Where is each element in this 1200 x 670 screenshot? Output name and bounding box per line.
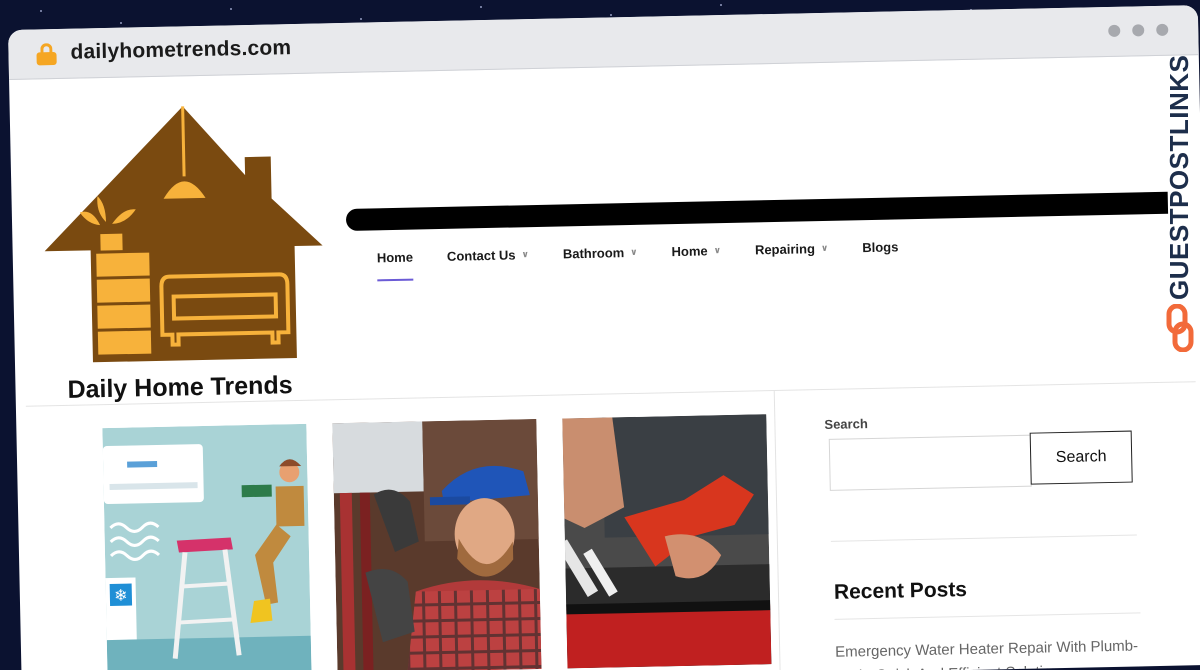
search-input[interactable] <box>828 434 1032 491</box>
web-page: Daily Home Trends Home Contact Us ∨ Bath… <box>9 55 1200 670</box>
url-text[interactable]: dailyhometrends.com <box>70 36 291 65</box>
svg-text:❄: ❄ <box>114 586 128 605</box>
chevron-down-icon: ∨ <box>630 246 638 258</box>
chevron-down-icon: ∨ <box>713 245 722 256</box>
chevron-down-icon: ∨ <box>521 249 529 260</box>
nav-item-bathroom[interactable]: Bathroom ∨ <box>562 245 638 262</box>
post-thumbnail-plumber[interactable] <box>332 419 542 670</box>
search-button[interactable]: Search <box>1029 430 1133 485</box>
post-thumbnail-tools[interactable] <box>562 414 772 669</box>
window-dot-icon[interactable] <box>1108 24 1121 37</box>
sidebar-separator <box>830 534 1137 542</box>
chain-link-icon <box>1166 304 1194 352</box>
nav-item-home[interactable]: Home <box>377 250 413 266</box>
recent-posts-title: Recent Posts <box>833 578 968 604</box>
window-controls <box>1108 23 1169 37</box>
guestpostlinks-watermark: GUESTPOSTLINKS <box>1164 54 1194 300</box>
nav-item-label: Home <box>376 249 414 266</box>
sidebar-divider <box>773 391 781 670</box>
nav-item-repairing[interactable]: Repairing ∨ <box>754 241 829 258</box>
chevron-down-icon: ∨ <box>820 242 829 254</box>
header-black-bar <box>345 191 1169 231</box>
nav-item-contact-us[interactable]: Contact Us ∨ <box>446 247 529 264</box>
nav-item-label: Home <box>671 243 708 260</box>
site-title[interactable]: Daily Home Trends <box>67 371 293 405</box>
house-logo-icon[interactable] <box>38 95 334 371</box>
nav-item-blogs[interactable]: Blogs <box>862 239 898 255</box>
window-dot-icon[interactable] <box>1156 23 1169 36</box>
lock-icon <box>36 43 57 66</box>
nav-item-home-dropdown[interactable]: Home ∨ <box>671 243 721 259</box>
browser-window: dailyhometrends.com Daily Home Trends Ho… <box>8 5 1200 670</box>
sidebar-separator <box>834 612 1141 620</box>
nav-item-label: Bathroom <box>562 245 625 262</box>
nav-item-label: Contact Us <box>446 247 516 264</box>
window-dot-icon[interactable] <box>1132 24 1145 37</box>
main-nav: Home Contact Us ∨ Bathroom ∨ Home ∨ Repa… <box>377 239 933 266</box>
post-thumbnail-ac-repair[interactable]: ❄ <box>102 423 312 670</box>
search-label: Search <box>824 416 868 432</box>
recent-post-link[interactable]: Emergency Water Heater Repair With Plumb… <box>835 634 1148 670</box>
nav-item-label: Blogs <box>862 239 899 256</box>
nav-item-label: Repairing <box>754 241 816 258</box>
